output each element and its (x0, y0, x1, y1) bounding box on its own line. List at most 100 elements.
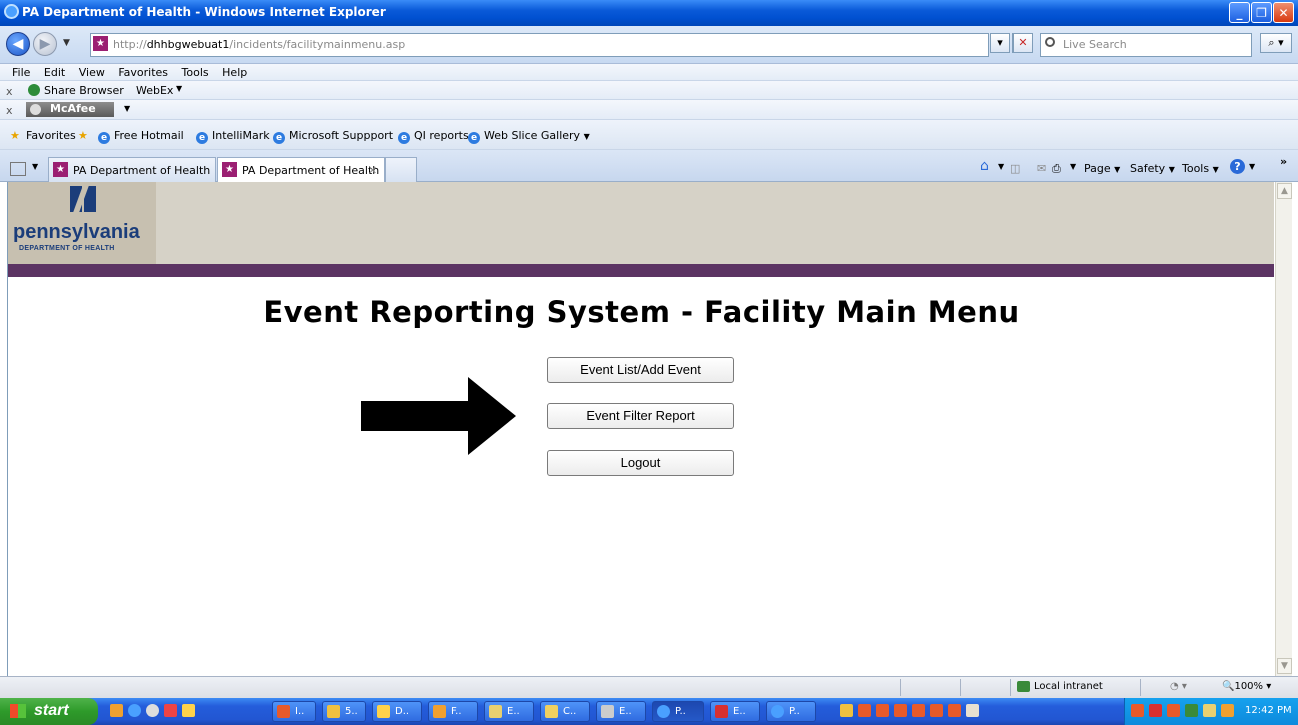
print-icon[interactable]: ⎙ (1052, 162, 1061, 176)
address-bar[interactable]: ★ http://dhhbgwebuat1/incidents/facility… (90, 33, 989, 57)
address-dropdown-button[interactable]: ▾ (990, 33, 1010, 53)
close-toolbar-icon[interactable]: x (6, 85, 13, 98)
taskbar-item[interactable]: E.. (596, 701, 646, 722)
recent-pages-dropdown[interactable]: ▼ (63, 38, 70, 48)
favorites-star-icon: ★ (10, 129, 20, 142)
quicklaunch-icon[interactable] (966, 704, 979, 717)
search-button[interactable]: ⌕ ▾ (1260, 33, 1292, 53)
taskbar-item[interactable]: F.. (428, 701, 478, 722)
window-title-bar[interactable]: PA Department of Health - Windows Intern… (0, 0, 1298, 26)
search-input[interactable]: Live Search (1040, 33, 1252, 57)
scroll-down-icon[interactable]: ▼ (1277, 658, 1292, 674)
clock[interactable]: 12:42 PM (1245, 705, 1292, 716)
scroll-up-icon[interactable]: ▲ (1277, 183, 1292, 199)
site-favicon-icon: ★ (222, 162, 237, 177)
share-browser-button[interactable]: Share Browser (44, 84, 124, 97)
new-tab-button[interactable] (385, 157, 417, 182)
chevron-down-icon[interactable]: ▼ (998, 162, 1004, 171)
close-toolbar-icon[interactable]: x (6, 104, 13, 117)
tab-pa-health-1[interactable]: ★ PA Department of Health (48, 157, 216, 182)
address-url[interactable]: http://dhhbgwebuat1/incidents/facilityma… (113, 38, 405, 51)
tray-icon[interactable] (1221, 704, 1234, 717)
forward-button[interactable]: ▶ (33, 32, 57, 56)
protected-mode-icon[interactable]: ◔ ▾ (1170, 681, 1187, 692)
chevron-down-icon[interactable]: ▼ (176, 84, 182, 93)
quicklaunch-icon[interactable] (840, 704, 853, 717)
fav-item-web-slice-gallery[interactable]: e Web Slice Gallery ▼ (468, 129, 590, 144)
page-menu[interactable]: Page ▼ (1084, 162, 1120, 175)
home-icon[interactable]: ⌂ (980, 158, 989, 174)
menu-edit[interactable]: Edit (44, 66, 65, 79)
vertical-scrollbar[interactable]: ▲ ▼ (1275, 182, 1292, 676)
toolbar-overflow-icon[interactable]: » (1280, 155, 1287, 168)
webex-menu[interactable]: WebEx (136, 84, 173, 97)
event-list-add-event-button[interactable]: Event List/Add Event (547, 357, 734, 383)
menu-tools[interactable]: Tools (182, 66, 209, 79)
system-tray: 12:42 PM (1124, 698, 1298, 725)
tray-icon[interactable] (1149, 704, 1162, 717)
taskbar-item[interactable]: E.. (484, 701, 534, 722)
tray-icon[interactable] (1131, 704, 1144, 717)
taskbar-item[interactable]: P.. (652, 701, 704, 722)
header-divider (8, 264, 1274, 277)
help-icon[interactable]: ? (1230, 159, 1245, 174)
tab-list-dropdown[interactable]: ▼ (32, 162, 38, 171)
search-icon (1045, 37, 1055, 47)
close-tab-icon[interactable]: ✕ (368, 164, 377, 177)
add-favorite-icon[interactable]: ★ (78, 129, 88, 142)
chevron-down-icon[interactable]: ▼ (1249, 162, 1255, 171)
menu-file[interactable]: File (12, 66, 30, 79)
menu-favorites[interactable]: Favorites (118, 66, 168, 79)
quicklaunch-icon[interactable] (110, 704, 123, 717)
quicklaunch-icon[interactable] (930, 704, 943, 717)
zoom-level[interactable]: 🔍100% ▾ (1222, 681, 1271, 692)
quicklaunch-icon[interactable] (146, 704, 159, 717)
site-favicon-icon: ★ (53, 162, 68, 177)
tools-menu[interactable]: Tools ▼ (1182, 162, 1219, 175)
fav-item-qi-reports[interactable]: e QI reports (398, 129, 469, 144)
pa-health-logo: pennsylvania DEPARTMENT OF HEALTH (8, 182, 156, 264)
mail-icon[interactable]: ✉ (1037, 162, 1046, 175)
quicklaunch-icon[interactable] (876, 704, 889, 717)
chevron-down-icon[interactable]: ▼ (124, 104, 130, 113)
ie-quicklaunch-icon[interactable] (128, 704, 141, 717)
page-viewport: pennsylvania DEPARTMENT OF HEALTH Event … (7, 182, 1274, 676)
taskbar-item[interactable]: E.. (710, 701, 760, 722)
window-title: PA Department of Health - Windows Intern… (22, 5, 386, 19)
taskbar-item[interactable]: I.. (272, 701, 316, 722)
quicklaunch-icon[interactable] (912, 704, 925, 717)
taskbar-item[interactable]: C.. (540, 701, 590, 722)
back-button[interactable]: ◀ (6, 32, 30, 56)
safety-menu[interactable]: Safety ▼ (1130, 162, 1175, 175)
mcafee-toolbar: x McAfee ▼ (0, 100, 1298, 120)
quicklaunch-icon[interactable] (858, 704, 871, 717)
tab-pa-health-2[interactable]: ★ PA Department of Health ✕ (217, 157, 385, 182)
minimize-button[interactable]: _ (1229, 2, 1250, 23)
event-filter-report-button[interactable]: Event Filter Report (547, 403, 734, 429)
tray-icon[interactable] (1167, 704, 1180, 717)
fav-item-free-hotmail[interactable]: e Free Hotmail (98, 129, 184, 144)
quicklaunch-icon[interactable] (948, 704, 961, 717)
taskbar-item[interactable]: P.. (766, 701, 816, 722)
menu-view[interactable]: View (79, 66, 105, 79)
favorites-button[interactable]: Favorites (26, 129, 76, 142)
mail-quicklaunch-icon[interactable] (182, 704, 195, 717)
stop-icon[interactable]: ✕ (1013, 33, 1033, 53)
menu-help[interactable]: Help (222, 66, 247, 79)
tray-icon[interactable] (1185, 704, 1198, 717)
start-button[interactable]: start (0, 698, 98, 725)
ie-logo-icon (4, 4, 19, 19)
quick-tabs-icon[interactable] (10, 162, 26, 176)
feeds-icon[interactable]: ◫ (1010, 162, 1020, 175)
fav-item-intellimark[interactable]: e IntelliMark (196, 129, 270, 144)
close-button[interactable]: ✕ (1273, 2, 1294, 23)
tray-icon[interactable] (1203, 704, 1216, 717)
quicklaunch-icon[interactable] (894, 704, 907, 717)
quicklaunch-icon[interactable] (164, 704, 177, 717)
fav-item-microsoft-support[interactable]: e Microsoft Suppport (273, 129, 393, 144)
taskbar-item[interactable]: 5.. (322, 701, 366, 722)
logout-button[interactable]: Logout (547, 450, 734, 476)
maximize-button[interactable]: ❐ (1251, 2, 1272, 23)
taskbar-item[interactable]: D.. (372, 701, 422, 722)
chevron-down-icon[interactable]: ▼ (1070, 162, 1076, 171)
